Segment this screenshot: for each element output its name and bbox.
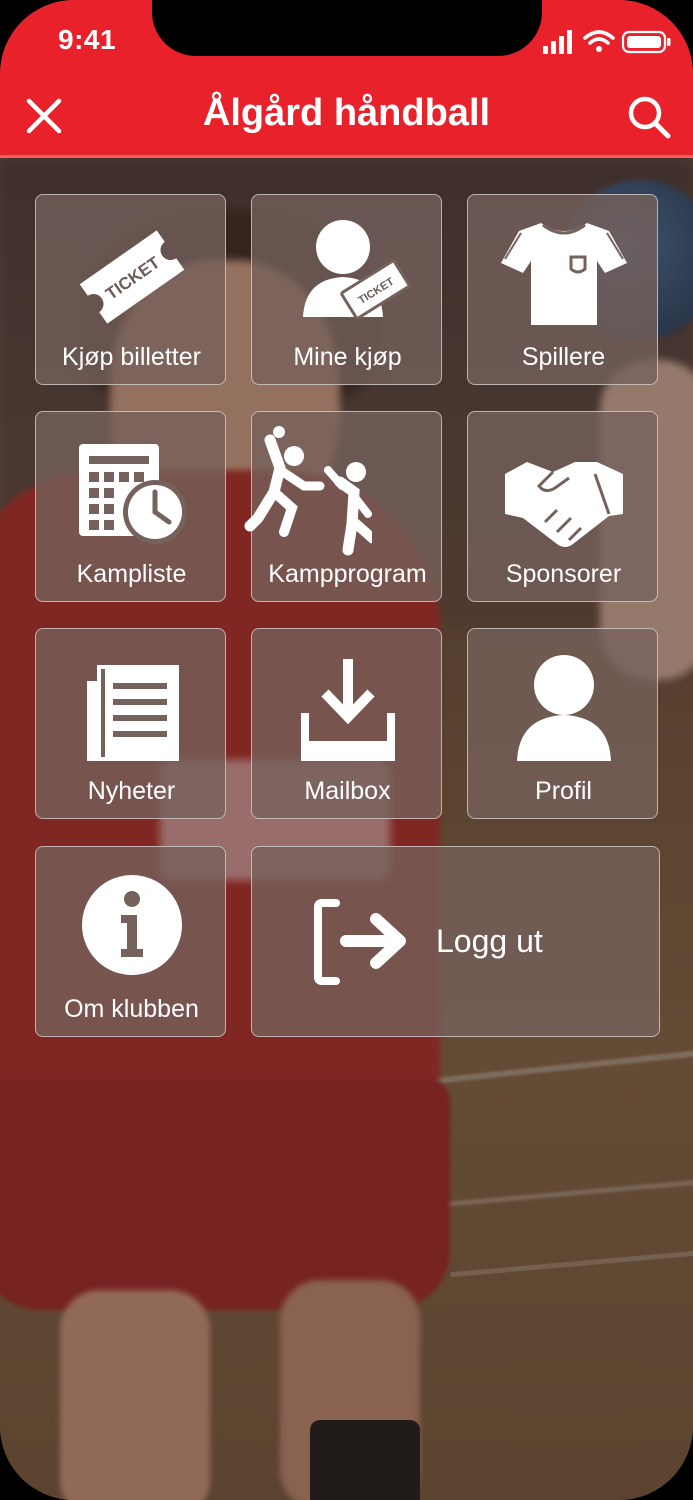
menu-item-label: Sponsorer	[505, 560, 622, 588]
jersey-icon	[468, 209, 659, 339]
menu-item-kampprogram[interactable]: Kampprogram	[244, 411, 443, 602]
ticket-icon: TICKET	[36, 209, 227, 339]
device-notch	[152, 0, 542, 56]
menu-item-om-klubben[interactable]: Om klubben	[35, 846, 226, 1037]
menu-item-profil[interactable]: Profil	[467, 628, 658, 819]
status-icons	[543, 30, 671, 54]
app-header: 9:41 Ålgård håndball	[0, 0, 693, 158]
calendar-clock-icon	[36, 426, 227, 556]
handshake-icon	[468, 426, 659, 556]
menu-item-label: Kampprogram	[268, 560, 427, 588]
menu-item-label: Kampliste	[76, 560, 187, 588]
menu-item-kampliste[interactable]: Kampliste	[35, 411, 226, 602]
menu-item-label: Mine kjøp	[293, 343, 402, 371]
menu-item-label: Mailbox	[304, 777, 391, 805]
info-icon	[36, 861, 227, 991]
handball-players-icon	[244, 426, 443, 556]
menu-item-logg-ut[interactable]: Logg ut	[251, 846, 660, 1037]
header-divider	[0, 155, 693, 158]
phone-screen: 9:41 Ålgård håndball TICKET Kjøp billett…	[0, 0, 693, 1500]
wifi-icon	[583, 30, 615, 52]
newspaper-icon	[36, 643, 227, 773]
menu-item-nyheter[interactable]: Nyheter	[35, 628, 226, 819]
menu-item-label: Nyheter	[87, 777, 176, 805]
search-icon[interactable]	[626, 94, 672, 140]
menu-item-mine-kjop[interactable]: TICKET Mine kjøp	[251, 194, 442, 385]
menu-item-spillere[interactable]: Spillere	[467, 194, 658, 385]
menu-item-label: Kjøp billetter	[62, 343, 201, 371]
person-icon	[468, 643, 659, 773]
menu-item-label: Profil	[535, 777, 592, 805]
logout-icon	[310, 893, 410, 993]
status-time: 9:41	[58, 24, 117, 55]
menu-item-label: Spillere	[521, 343, 606, 371]
menu-item-kjop-billetter[interactable]: TICKET Kjøp billetter	[35, 194, 226, 385]
menu-item-label: Logg ut	[436, 923, 543, 959]
menu-item-mailbox[interactable]: Mailbox	[251, 628, 442, 819]
page-title: Ålgård håndball	[202, 92, 491, 134]
menu-item-sponsorer[interactable]: Sponsorer	[467, 411, 658, 602]
user-ticket-icon: TICKET	[252, 209, 443, 339]
signal-icon	[543, 30, 572, 54]
inbox-download-icon	[252, 643, 443, 773]
battery-icon	[621, 30, 671, 54]
menu-item-label: Om klubben	[64, 995, 199, 1023]
